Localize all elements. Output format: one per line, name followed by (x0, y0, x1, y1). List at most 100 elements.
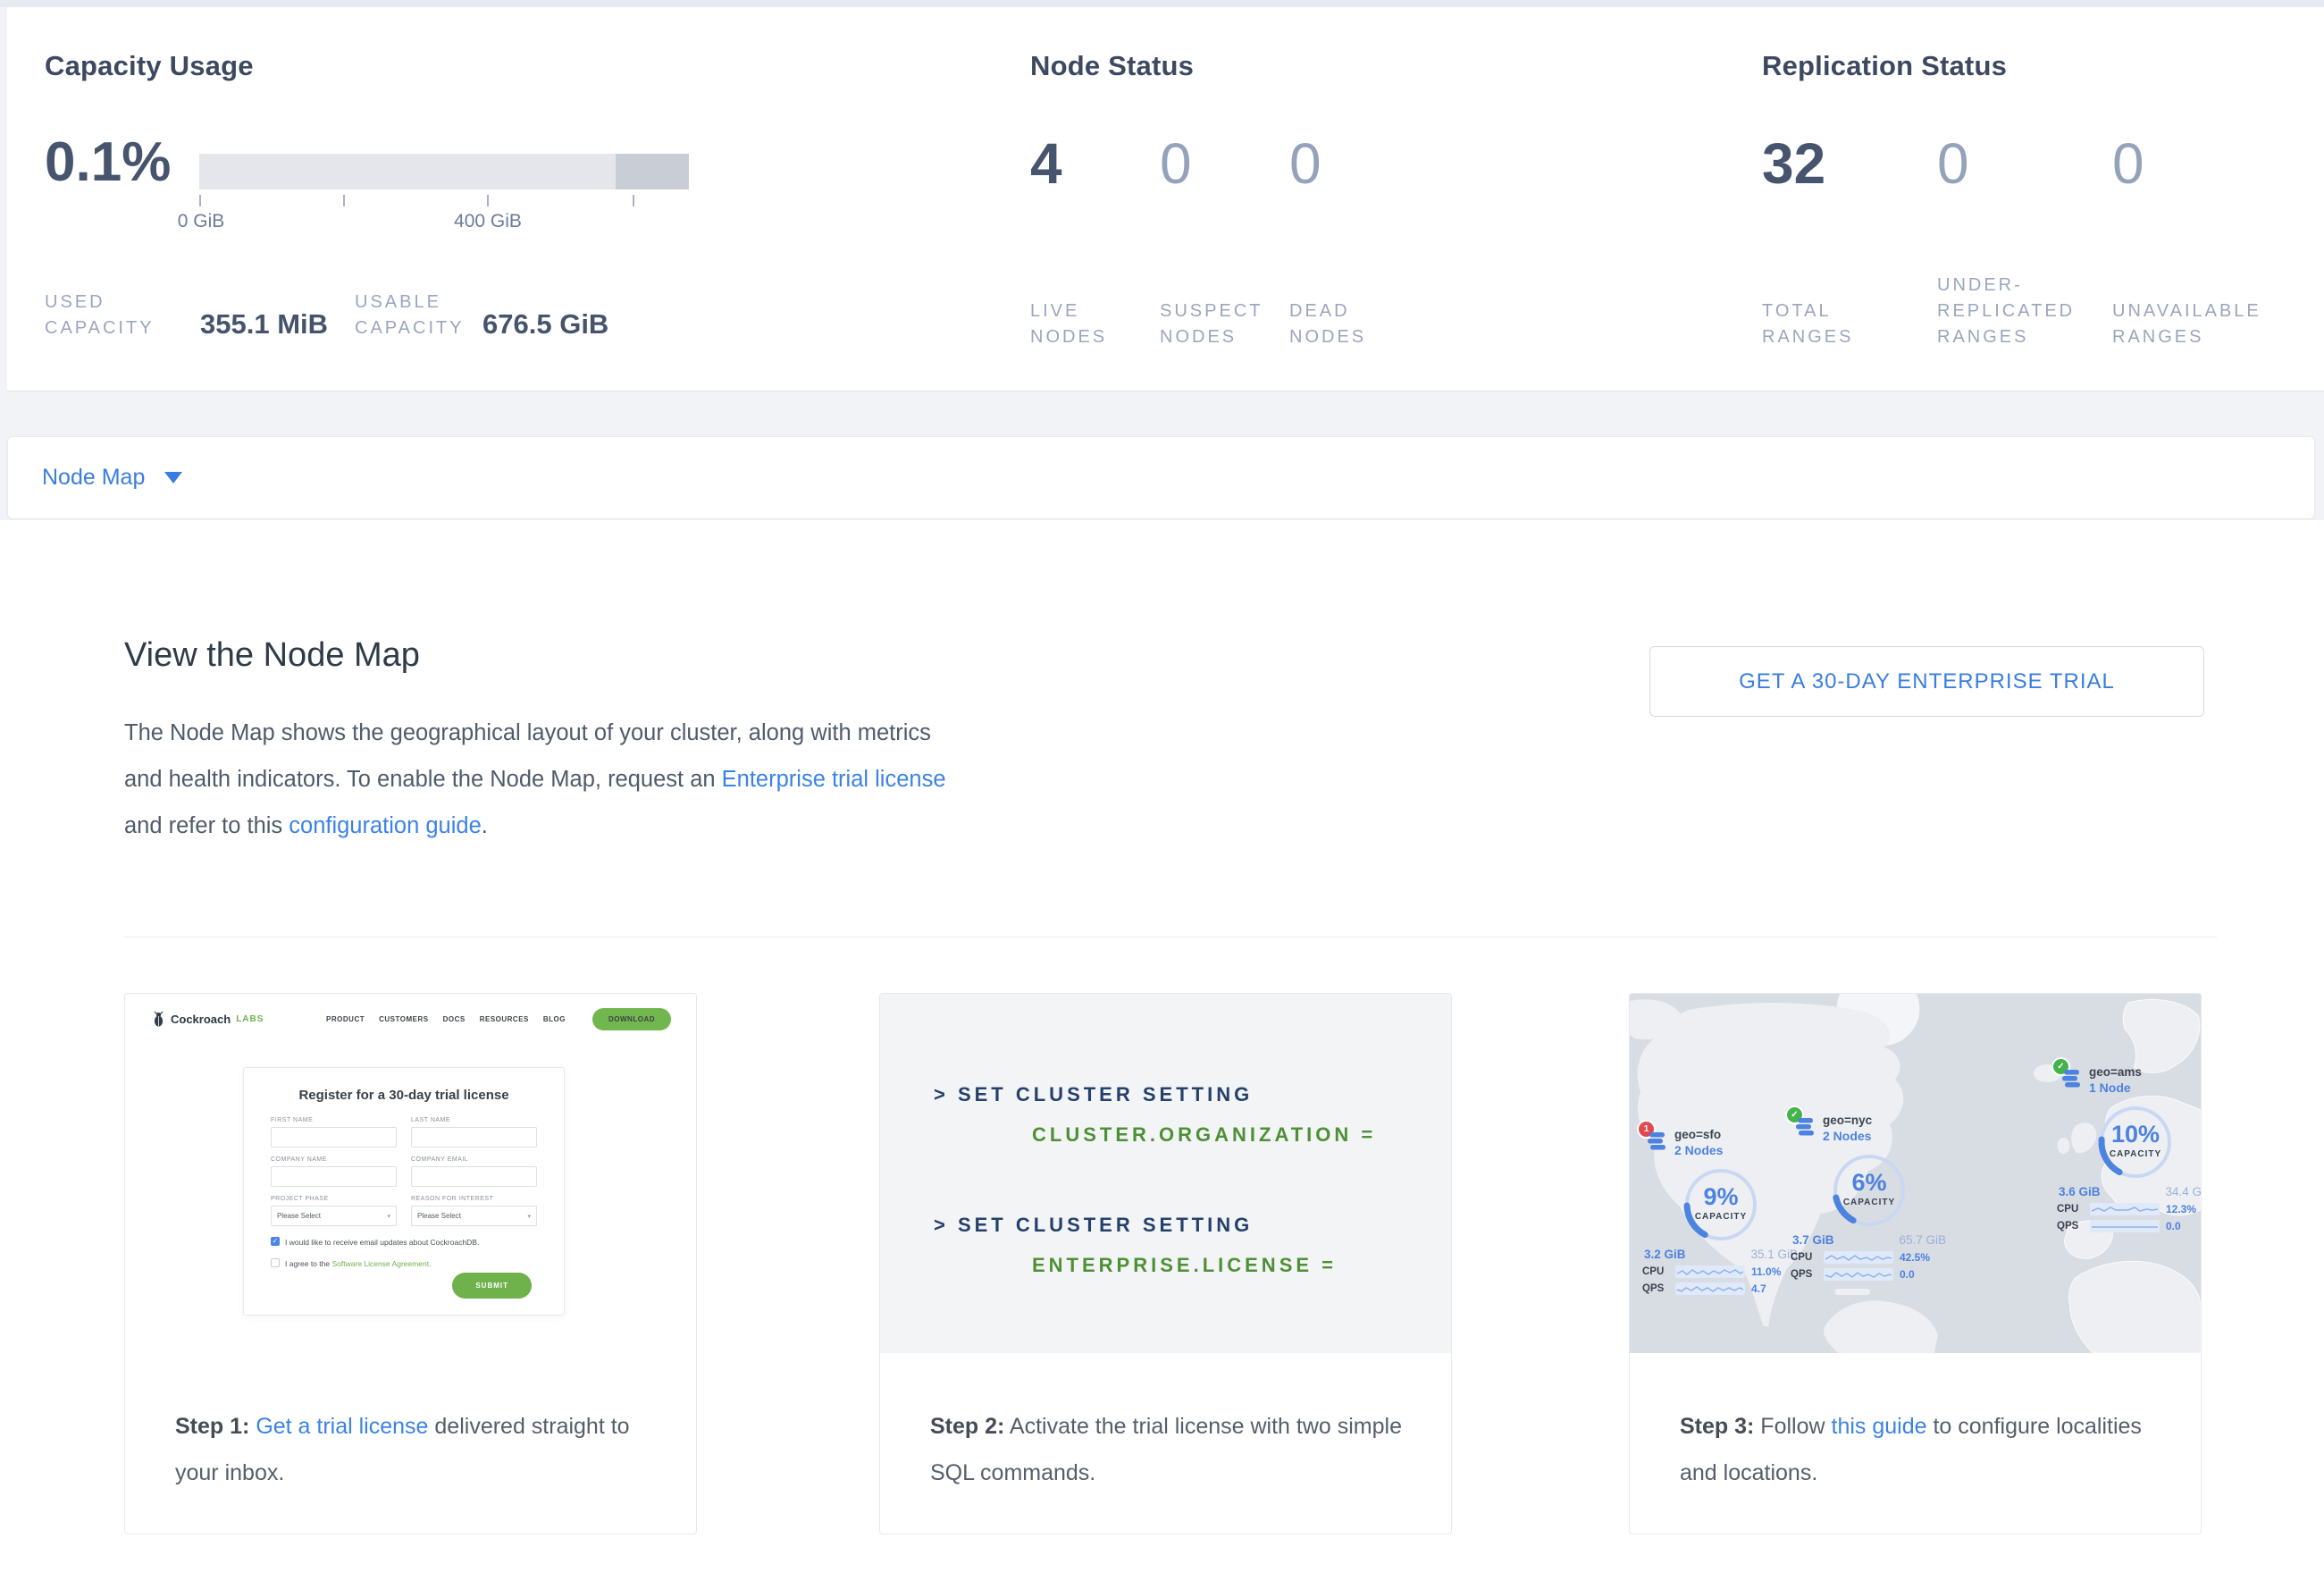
database-icon (1646, 1132, 1667, 1152)
cockroach-bug-icon (152, 1011, 165, 1027)
live-nodes-metric: 4 LIVE NODES (1030, 132, 1160, 350)
under-replicated-label: UNDER-REPLICATED RANGES (1937, 273, 2107, 350)
capacity-bar-reserved-segment (616, 154, 689, 189)
form-field: LAST NAME (411, 1117, 537, 1148)
axis-tick (487, 195, 489, 206)
qps-label: QPS (2057, 1221, 2084, 1232)
cpu-label: CPU (1642, 1266, 1669, 1277)
capacity-caption: CAPACITY (2094, 1149, 2177, 1159)
locality-label: geo=sfo (1674, 1128, 1800, 1141)
cpu-sparkline (1675, 1265, 1745, 1278)
caret-down-icon: ▾ (527, 1213, 531, 1220)
used-capacity-label: USED CAPACITY (45, 290, 200, 341)
trial-site-screenshot: Cockroach LABS PRODUCT CUSTOMERS DOCS RE… (125, 994, 696, 1353)
usable-capacity-value: 676.5 GiB (482, 308, 608, 341)
form-field: COMPANY NAME (271, 1156, 397, 1187)
node-count-label: 2 Nodes (1823, 1129, 1948, 1143)
step-2-card: > SET CLUSTER SETTING CLUSTER.ORGANIZATI… (879, 993, 1452, 1534)
intro-paragraph: The Node Map shows the geographical layo… (124, 710, 955, 849)
axis-tick-label: 400 GiB (454, 211, 522, 232)
get-enterprise-trial-button[interactable]: GET A 30-DAY ENTERPRISE TRIAL (1649, 646, 2204, 717)
capacity-percent: 0.1% (45, 130, 171, 194)
form-field: COMPANY EMAIL (411, 1156, 537, 1187)
capacity-gauge: 9% CAPACITY (1680, 1164, 1762, 1246)
qps-sparkline (2090, 1220, 2160, 1232)
step-1-card: Cockroach LABS PRODUCT CUSTOMERS DOCS RE… (124, 993, 697, 1534)
brand-name: Cockroach (171, 1013, 231, 1026)
software-license-link: Software License Agreement. (331, 1259, 431, 1268)
cpu-label: CPU (2057, 1204, 2084, 1215)
cpu-value: 11.0% (1751, 1265, 1781, 1278)
nav-item: CUSTOMERS (379, 1015, 428, 1023)
capacity-percent-label: 6% (1828, 1169, 1910, 1197)
axis-tick (343, 195, 345, 206)
used-storage: 3.7 GiB (1792, 1233, 1834, 1247)
intro-text: . (482, 813, 488, 838)
capacity-gauge: 6% CAPACITY (1828, 1149, 1910, 1232)
axis-tick (199, 195, 201, 206)
nav-item: DOCS (443, 1015, 466, 1023)
cluster-overview-page: Capacity Usage 0.1% 0 GiB 400 GiB USED C… (0, 0, 2324, 1589)
replication-metrics: 32 TOTAL RANGES 0 UNDER-REPLICATED RANGE… (1762, 132, 2300, 350)
cpu-sparkline (2090, 1203, 2160, 1215)
qps-value: 0.0 (1900, 1268, 1915, 1281)
unavailable-ranges-value: 0 (2112, 132, 2300, 195)
checkbox-label: I would like to receive email updates ab… (285, 1237, 479, 1248)
form-field: FIRST NAME (271, 1117, 397, 1148)
configuration-guide-link[interactable]: configuration guide (289, 813, 482, 838)
used-storage: 3.6 GiB (2059, 1185, 2101, 1198)
license-agreement-checkbox-row: I agree to the Software License Agreemen… (271, 1258, 537, 1269)
node-map-dropdown[interactable]: Node Map (7, 436, 2315, 519)
this-guide-link[interactable]: this guide (1832, 1414, 1927, 1439)
locality-label: geo=nyc (1823, 1114, 1948, 1127)
used-storage: 3.2 GiB (1644, 1248, 1686, 1261)
cockroach-labs-logo: Cockroach LABS (152, 1011, 264, 1027)
database-icon (1794, 1118, 1816, 1138)
total-storage: 34.4 GiB (2165, 1185, 2201, 1198)
qps-sparkline (1675, 1282, 1745, 1295)
under-replicated-metric: 0 UNDER-REPLICATED RANGES (1937, 132, 2112, 350)
node-map-illustration: 1 geo=sfo 2 Nodes 9% CAPACITY 3.2 GiB 35… (1630, 994, 2201, 1353)
form-title: Register for a 30-day trial license (271, 1088, 537, 1103)
submit-pill: SUBMIT (452, 1273, 532, 1299)
map-node-nyc: ✓ geo=nyc 2 Nodes 6% CAPACITY 3.7 GiB 65… (1791, 1114, 1948, 1281)
database-icon (2060, 1070, 2082, 1089)
enterprise-trial-license-link[interactable]: Enterprise trial license (722, 767, 946, 792)
form-field: PROJECT PHASEPlease Select▾ (271, 1196, 397, 1226)
suspect-nodes-metric: 0 SUSPECT NODES (1160, 132, 1289, 350)
replication-status-title: Replication Status (1762, 50, 2007, 82)
nav-item: RESOURCES (480, 1015, 529, 1023)
qps-value: 0.0 (2166, 1220, 2181, 1232)
map-node-ams: ✓ geo=ams 1 Node 10% CAPACITY 3.6 GiB 34… (2057, 1065, 2201, 1232)
form-field: REASON FOR INTERESTPlease Select▾ (411, 1196, 537, 1226)
dead-nodes-value: 0 (1289, 132, 1441, 195)
text-input (271, 1166, 397, 1187)
step-3-card: 1 geo=sfo 2 Nodes 9% CAPACITY 3.2 GiB 35… (1629, 993, 2202, 1534)
unavailable-ranges-metric: 0 UNAVAILABLE RANGES (2112, 132, 2300, 350)
node-count-label: 1 Node (2089, 1080, 2201, 1095)
capacity-percent-label: 10% (2094, 1121, 2177, 1148)
live-nodes-label: LIVE NODES (1030, 298, 1160, 350)
live-nodes-value: 4 (1030, 132, 1160, 195)
step-2-caption: Step 2: Activate the trial license with … (880, 1353, 1451, 1496)
nav-item: BLOG (543, 1015, 566, 1023)
sql-commands-illustration: > SET CLUSTER SETTING CLUSTER.ORGANIZATI… (880, 994, 1451, 1353)
total-ranges-label: TOTAL RANGES (1762, 298, 1937, 350)
total-storage: 65.7 GiB (1899, 1233, 1946, 1247)
step-1-caption: Step 1: Get a trial license delivered st… (125, 1353, 696, 1496)
get-trial-license-link[interactable]: Get a trial license (256, 1414, 428, 1439)
qps-label: QPS (1642, 1283, 1669, 1294)
map-node-sfo: 1 geo=sfo 2 Nodes 9% CAPACITY 3.2 GiB 35… (1642, 1128, 1800, 1295)
dead-nodes-label: DEAD NODES (1289, 298, 1441, 350)
page-title: View the Node Map (124, 636, 420, 675)
chevron-down-icon (164, 472, 182, 483)
cpu-value: 12.3% (2166, 1203, 2196, 1215)
capacity-gauge: 10% CAPACITY (2094, 1101, 2177, 1183)
caret-down-icon: ▾ (387, 1213, 390, 1220)
checkbox-label: I agree to the Software License Agreemen… (285, 1258, 432, 1269)
cpu-label: CPU (1791, 1252, 1817, 1263)
capacity-percent-label: 9% (1680, 1183, 1762, 1211)
capacity-bar: 0 GiB 400 GiB (199, 154, 689, 189)
trial-site-header: Cockroach LABS PRODUCT CUSTOMERS DOCS RE… (125, 994, 696, 1044)
cluster-summary-panel: Capacity Usage 0.1% 0 GiB 400 GiB USED C… (7, 7, 2324, 391)
